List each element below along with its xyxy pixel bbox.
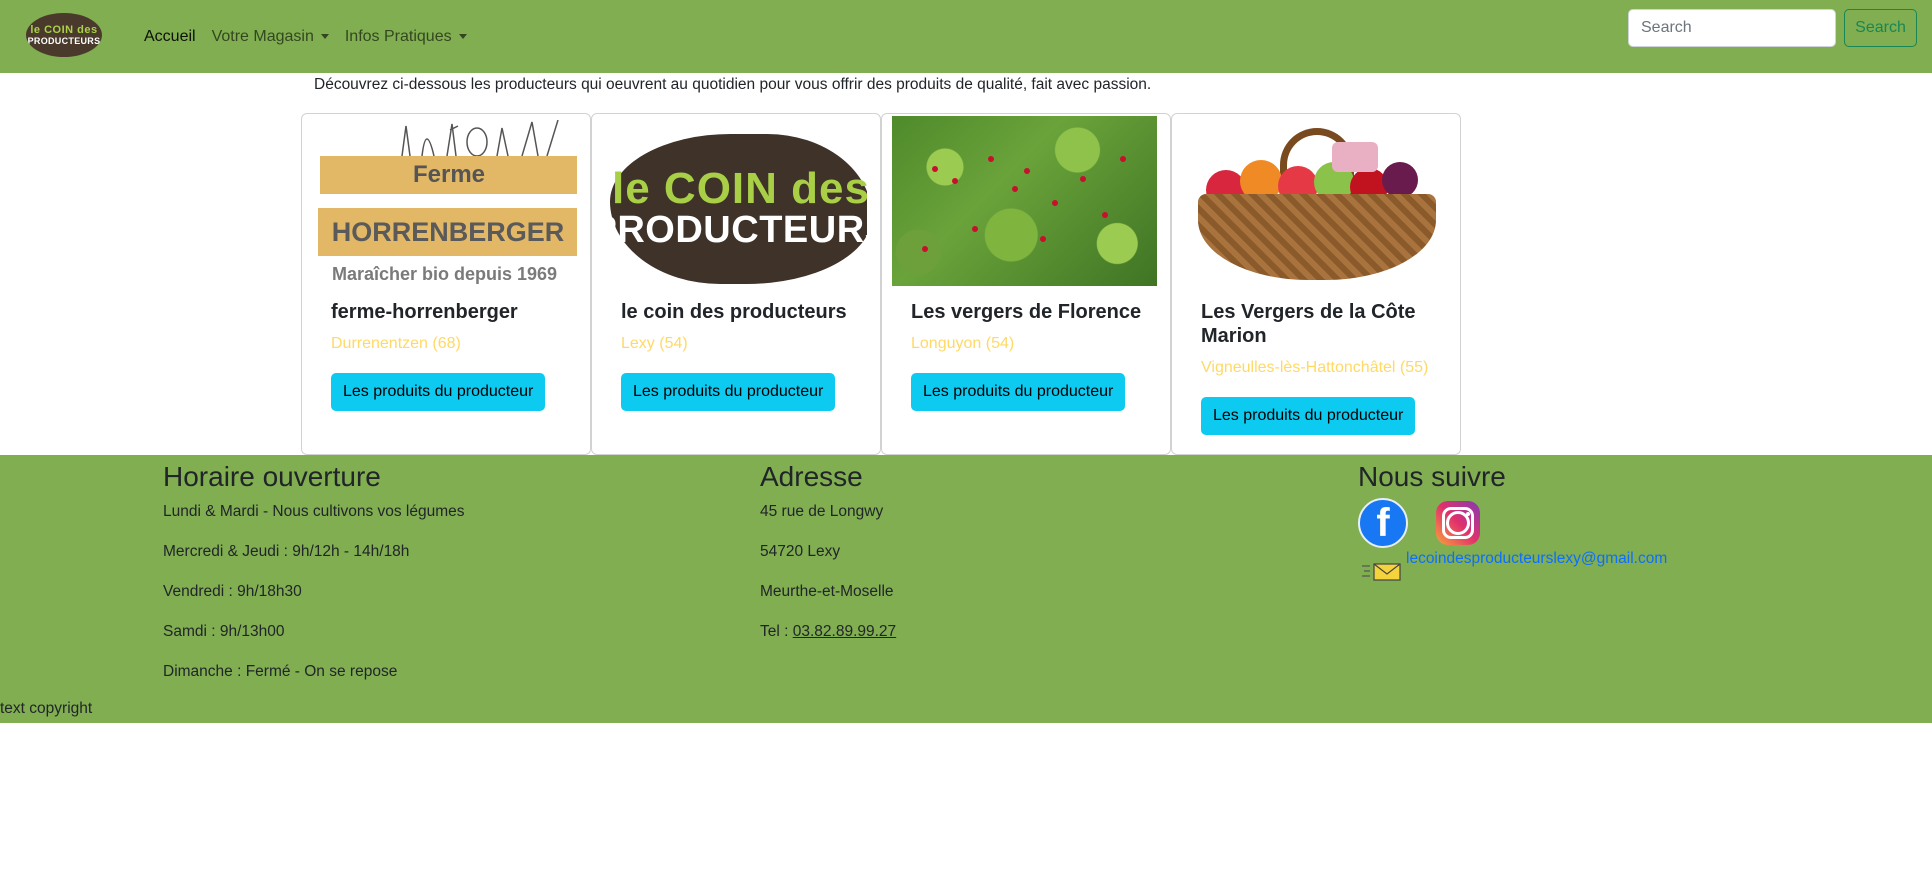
berry bbox=[1120, 156, 1126, 162]
producer-products-button[interactable]: Les produits du producteur bbox=[621, 373, 836, 411]
navbar: le COIN des PRODUCTEURS Accueil Votre Ma… bbox=[0, 0, 1932, 73]
nav-item-label: Accueil bbox=[144, 27, 196, 45]
fruit bbox=[1382, 162, 1418, 198]
card-body: Les Vergers de la Côte Marion Vigneulles… bbox=[1201, 300, 1444, 435]
footer-address: Adresse 45 rue de Longwy 54720 Lexy Meur… bbox=[760, 455, 896, 642]
address-region: Meurthe-et-Moselle bbox=[760, 583, 894, 600]
producer-location: Vigneulles-lès-Hattonchâtel (55) bbox=[1201, 359, 1429, 376]
berry bbox=[972, 226, 978, 232]
producer-image: le COIN des PRODUCTEURS bbox=[602, 116, 867, 286]
nav-item-infos-pratiques[interactable]: Infos Pratiques bbox=[337, 28, 475, 46]
chevron-down-icon bbox=[458, 34, 467, 39]
berry bbox=[1024, 168, 1030, 174]
tel-label: Tel : bbox=[760, 623, 793, 640]
producer-name: Les vergers de Florence bbox=[911, 301, 1142, 323]
card-body: ferme-horrenberger Durrenentzen (68) Les… bbox=[331, 300, 574, 411]
producer-products-button[interactable]: Les produits du producteur bbox=[911, 373, 1126, 411]
producer-products-button[interactable]: Les produits du producteur bbox=[1201, 397, 1416, 435]
facebook-letter: f bbox=[1376, 501, 1390, 545]
address-city: 54720 Lexy bbox=[760, 543, 841, 560]
hours-line: Lundi & Mardi - Nous cultivons vos légum… bbox=[163, 503, 465, 520]
brand-logo[interactable]: le COIN des PRODUCTEURS bbox=[26, 13, 102, 57]
hours-line: Vendredi : 9h/18h30 bbox=[163, 583, 302, 600]
hours-line: Dimanche : Fermé - On se repose bbox=[163, 663, 398, 680]
logo-text-bottom: PRODUCTEURS bbox=[602, 209, 867, 252]
producer-name: le coin des producteurs bbox=[621, 301, 847, 323]
logo-text-top: le COIN des bbox=[30, 23, 98, 36]
address-title: Adresse bbox=[760, 461, 863, 492]
nav-item-votre-magasin[interactable]: Votre Magasin bbox=[204, 28, 337, 46]
berry bbox=[1012, 186, 1018, 192]
berry bbox=[1052, 200, 1058, 206]
producer-image: Ferme HORRENBERGER Maraîcher bio depuis … bbox=[312, 116, 577, 286]
producer-image bbox=[892, 116, 1157, 286]
logo-text-top: le COIN des bbox=[612, 164, 867, 214]
mail-icon[interactable] bbox=[1362, 562, 1402, 582]
address-street: 45 rue de Longwy bbox=[760, 503, 884, 520]
berry bbox=[952, 178, 958, 184]
basket bbox=[1198, 194, 1436, 280]
footer-follow: Nous suivre f lecoindesproducteurslexy@g… bbox=[1358, 455, 1758, 595]
follow-title: Nous suivre bbox=[1358, 461, 1506, 492]
instagram-icon[interactable] bbox=[1436, 501, 1480, 545]
search-input[interactable] bbox=[1628, 9, 1836, 47]
nav-menu: Accueil Votre Magasin Infos Pratiques bbox=[136, 0, 475, 73]
nav-item-label: Infos Pratiques bbox=[344, 27, 452, 45]
instagram-dot bbox=[1466, 512, 1470, 516]
producer-cards: Ferme HORRENBERGER Maraîcher bio depuis … bbox=[301, 113, 1461, 455]
tel-link[interactable]: 03.82.89.99.27 bbox=[793, 623, 896, 640]
email-link[interactable]: lecoindesproducteurslexy@gmail.com bbox=[1406, 550, 1667, 568]
producer-location: Longuyon (54) bbox=[911, 335, 1015, 352]
hours-line: Samdi : 9h/13h00 bbox=[163, 623, 285, 640]
image-text-horrenberger: HORRENBERGER bbox=[318, 208, 577, 256]
coin-logo: le COIN des PRODUCTEURS bbox=[602, 134, 867, 284]
hours-line: Mercredi & Jeudi : 9h/12h - 14h/18h bbox=[163, 543, 410, 560]
berry bbox=[1102, 212, 1108, 218]
nav-item-accueil[interactable]: Accueil bbox=[136, 28, 204, 46]
berry bbox=[1080, 176, 1086, 182]
footer: Horaire ouverture Lundi & Mardi - Nous c… bbox=[0, 455, 1932, 723]
address-tel: Tel : 03.82.89.99.27 bbox=[760, 622, 896, 642]
berry bbox=[932, 166, 938, 172]
card-body: Les vergers de Florence Longuyon (54) Le… bbox=[911, 300, 1154, 411]
vegetable-sketch-icon bbox=[401, 120, 559, 156]
producer-image bbox=[1182, 116, 1447, 286]
chevron-down-icon bbox=[320, 34, 329, 39]
image-text-subtitle: Maraîcher bio depuis 1969 bbox=[331, 264, 558, 284]
intro-text: Découvrez ci-dessous les producteurs qui… bbox=[314, 76, 1152, 93]
producer-card: Les Vergers de la Côte Marion Vigneulles… bbox=[1171, 113, 1461, 455]
footer-hours: Horaire ouverture Lundi & Mardi - Nous c… bbox=[163, 455, 465, 682]
producer-card: Les vergers de Florence Longuyon (54) Le… bbox=[881, 113, 1171, 455]
berry bbox=[922, 246, 928, 252]
hours-title: Horaire ouverture bbox=[163, 461, 381, 492]
napkin bbox=[1332, 142, 1378, 172]
image-text-ferme: Ferme bbox=[320, 156, 577, 194]
producer-name: ferme-horrenberger bbox=[331, 301, 518, 323]
nav-item-label: Votre Magasin bbox=[211, 27, 314, 45]
search-button[interactable]: Search bbox=[1844, 9, 1917, 47]
facebook-icon[interactable]: f bbox=[1358, 498, 1408, 548]
producer-name: Les Vergers de la Côte Marion bbox=[1201, 301, 1416, 347]
producer-card: Ferme HORRENBERGER Maraîcher bio depuis … bbox=[301, 113, 591, 455]
producer-card: le COIN des PRODUCTEURS le coin des prod… bbox=[591, 113, 881, 455]
producer-products-button[interactable]: Les produits du producteur bbox=[331, 373, 546, 411]
berry bbox=[1040, 236, 1046, 242]
card-body: le coin des producteurs Lexy (54) Les pr… bbox=[621, 300, 864, 411]
copyright-text: text copyright bbox=[0, 700, 93, 717]
logo-text-bottom: PRODUCTEURS bbox=[27, 35, 101, 46]
berry bbox=[988, 156, 994, 162]
producer-location: Durrenentzen (68) bbox=[331, 335, 461, 352]
producer-location: Lexy (54) bbox=[621, 335, 688, 352]
